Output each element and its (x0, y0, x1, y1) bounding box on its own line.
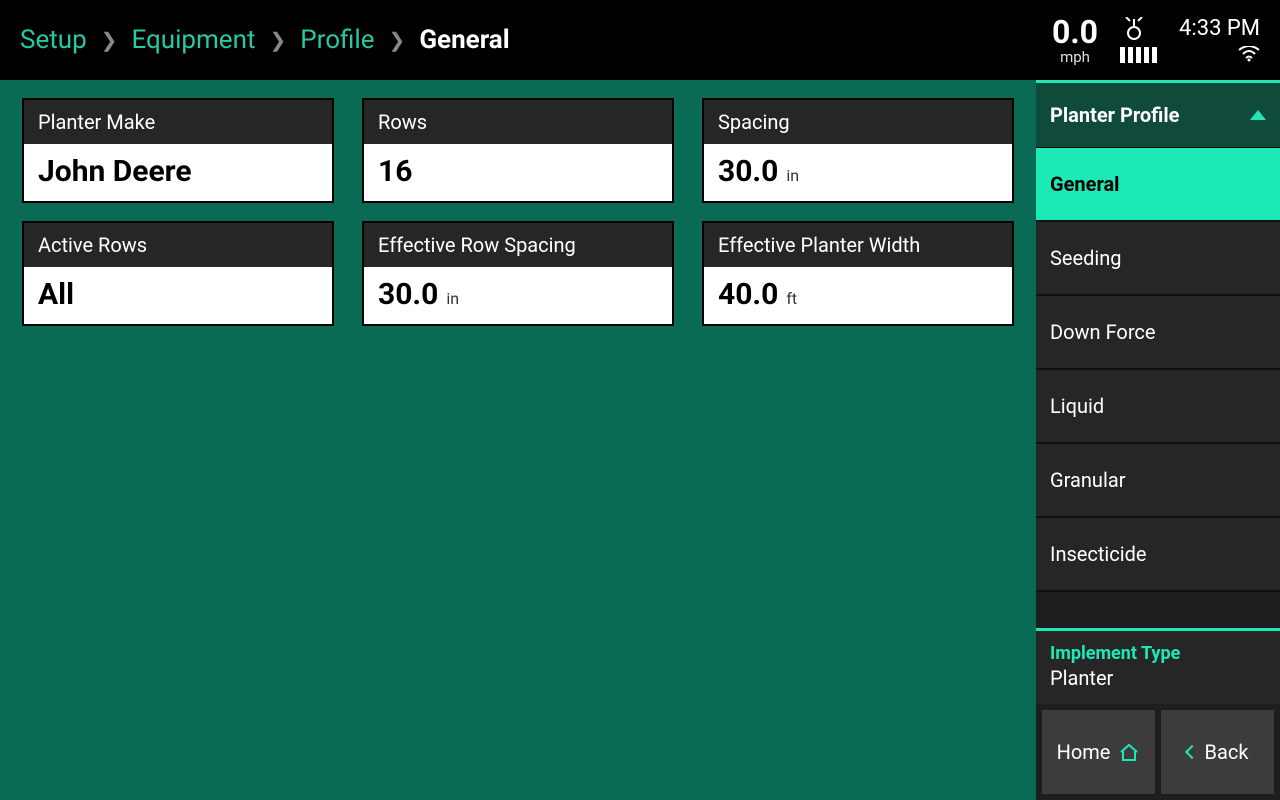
sidebar-item-general[interactable]: General (1036, 148, 1280, 222)
breadcrumb-current: General (419, 25, 509, 55)
chevron-up-icon (1250, 110, 1266, 120)
sidebar-item-granular[interactable]: Granular (1036, 444, 1280, 518)
sidebar-item-label: Liquid (1050, 394, 1104, 418)
field-effective-planter-width[interactable]: Effective Planter Width 40.0 ft (702, 221, 1014, 326)
back-button-label: Back (1205, 740, 1249, 764)
sidebar-item-label: Down Force (1050, 320, 1156, 344)
home-button[interactable]: Home (1042, 710, 1155, 794)
field-label: Effective Row Spacing (364, 223, 672, 267)
field-unit: in (446, 289, 459, 308)
home-icon (1118, 742, 1140, 762)
field-value: 30.0 in (364, 267, 672, 324)
field-label: Active Rows (24, 223, 332, 267)
topbar: Setup ❯ Equipment ❯ Profile ❯ General 0.… (0, 0, 1280, 80)
field-value-text: 16 (378, 154, 412, 189)
time-value: 4:33 PM (1179, 18, 1260, 40)
field-active-rows[interactable]: Active Rows All (22, 221, 334, 326)
field-value-text: 30.0 (718, 154, 778, 189)
field-spacing[interactable]: Spacing 30.0 in (702, 98, 1014, 203)
field-value-text: 40.0 (718, 277, 778, 312)
sidebar-item-liquid[interactable]: Liquid (1036, 370, 1280, 444)
sidebar-item-insecticide[interactable]: Insecticide (1036, 518, 1280, 592)
speed-unit: mph (1052, 50, 1098, 65)
main-panel: Planter Make John Deere Rows 16 Spacing … (0, 80, 1036, 800)
sidebar-header-planter-profile[interactable]: Planter Profile (1036, 83, 1280, 148)
speed-indicator: 0.0 mph (1052, 16, 1098, 65)
field-value: 40.0 ft (704, 267, 1012, 324)
field-value-text: 30.0 (378, 277, 438, 312)
breadcrumb: Setup ❯ Equipment ❯ Profile ❯ General (20, 25, 510, 55)
back-button[interactable]: Back (1161, 710, 1274, 794)
clock: 4:33 PM (1179, 18, 1260, 62)
field-planter-make[interactable]: Planter Make John Deere (22, 98, 334, 203)
field-value-text: All (38, 277, 74, 312)
field-label: Effective Planter Width (704, 223, 1012, 267)
sidebar: Planter Profile General Seeding Down Force… (1036, 80, 1280, 800)
breadcrumb-profile[interactable]: Profile (300, 25, 374, 55)
field-label: Spacing (704, 100, 1012, 144)
implement-type-label: Implement Type (1050, 643, 1266, 664)
bottom-buttons: Home Back (1036, 704, 1280, 800)
sidebar-item-label: Granular (1050, 468, 1125, 492)
sidebar-item-down-force[interactable]: Down Force (1036, 296, 1280, 370)
field-value: 30.0 in (704, 144, 1012, 201)
sidebar-item-label: Insecticide (1050, 542, 1147, 566)
breadcrumb-equipment[interactable]: Equipment (131, 25, 255, 55)
sidebar-item-label: General (1050, 172, 1119, 196)
sidebar-item-label: Seeding (1050, 246, 1122, 270)
breadcrumb-sep: ❯ (101, 28, 118, 52)
field-unit: ft (786, 289, 797, 308)
gps-indicator (1120, 17, 1157, 63)
field-rows[interactable]: Rows 16 (362, 98, 674, 203)
implement-type-box[interactable]: Implement Type Planter (1036, 628, 1280, 704)
wifi-icon (1179, 46, 1260, 62)
breadcrumb-setup[interactable]: Setup (20, 25, 87, 55)
field-value: All (24, 267, 332, 324)
satellite-icon (1120, 17, 1148, 43)
field-value-text: John Deere (38, 154, 192, 189)
breadcrumb-sep: ❯ (269, 28, 286, 52)
home-button-label: Home (1057, 740, 1111, 764)
status-area: 0.0 mph 4:33 PM (1052, 16, 1260, 65)
implement-type-value: Planter (1050, 666, 1266, 690)
sidebar-item-seeding[interactable]: Seeding (1036, 222, 1280, 296)
field-value: 16 (364, 144, 672, 201)
signal-bars-icon (1120, 47, 1157, 63)
chevron-left-icon (1184, 745, 1198, 759)
field-effective-row-spacing[interactable]: Effective Row Spacing 30.0 in (362, 221, 674, 326)
field-label: Rows (364, 100, 672, 144)
sidebar-header-label: Planter Profile (1050, 103, 1179, 127)
field-label: Planter Make (24, 100, 332, 144)
sidebar-list: General Seeding Down Force Liquid Granular In… (1036, 148, 1280, 592)
breadcrumb-sep: ❯ (389, 28, 406, 52)
speed-value: 0.0 (1052, 16, 1098, 48)
field-unit: in (786, 166, 799, 185)
field-value: John Deere (24, 144, 332, 201)
